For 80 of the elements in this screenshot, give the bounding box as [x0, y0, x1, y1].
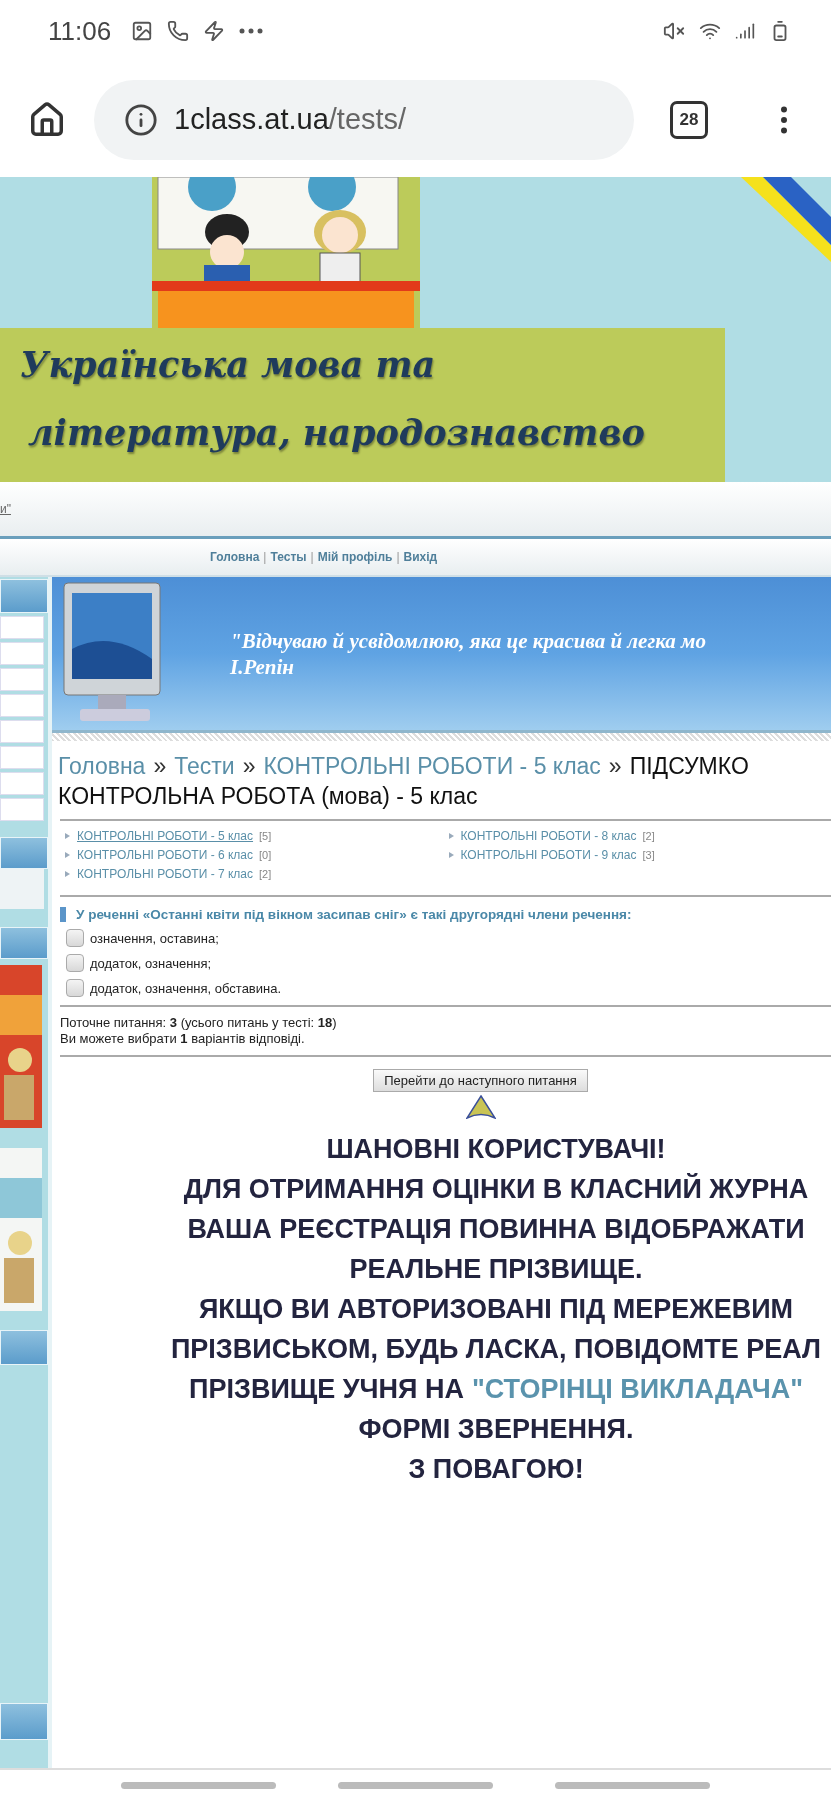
bullet-icon	[64, 851, 71, 859]
bullet-icon	[64, 870, 71, 878]
tab-count-button[interactable]: 28	[670, 100, 708, 139]
notice-text: ФОРМІ ЗВЕРНЕННЯ.	[358, 1413, 634, 1446]
breadcrumb-link[interactable]: Головна	[58, 751, 146, 781]
quote-author: І.Репін	[230, 653, 295, 680]
notice-text: З ПОВАГОЮ!	[408, 1453, 584, 1486]
category-link[interactable]: КОНТРОЛЬНІ РОБОТИ - 9 клас	[460, 848, 637, 862]
nav-link[interactable]: Тесты	[270, 550, 307, 564]
site-title: Українська мова та	[20, 343, 437, 387]
home-icon[interactable]	[28, 100, 66, 139]
notice-text: ЯКЩО ВИ АВТОРИЗОВАНІ ПІД МЕРЕЖЕВИМ	[198, 1293, 794, 1326]
site-title: література, народознавство	[27, 411, 646, 455]
sidebar-row[interactable]	[0, 798, 44, 821]
notice-text: ШАНОВНІ КОРИСТУВАЧІ!	[326, 1133, 666, 1166]
checkbox[interactable]	[66, 954, 84, 972]
separator: |	[310, 550, 314, 564]
notice-text: ДЛЯ ОТРИМАННЯ ОЦІНКИ В КЛАСНИЙ ЖУРНА	[183, 1172, 809, 1206]
item-count: [3]	[642, 849, 655, 861]
breadcrumb-link[interactable]: Тести	[174, 751, 235, 781]
page-title: КОНТРОЛЬНА РОБОТА (мова) - 5 клас	[58, 782, 478, 811]
nav-gesture-key[interactable]	[121, 1782, 276, 1789]
breadcrumb-separator: »	[608, 752, 622, 781]
sidebar-row[interactable]	[0, 720, 44, 743]
quote-text: "Відчуваю й усвідомлюю, яка це красива й легка мо	[230, 627, 706, 654]
signal-icon	[735, 21, 755, 41]
progress-text: Поточне питання: 3 (усього питань у тесті: 18)	[60, 1015, 338, 1031]
teacher-page-link[interactable]: "СТОРІНЦІ ВИКЛАДАЧА"	[472, 1369, 803, 1409]
category-link[interactable]: КОНТРОЛЬНІ РОБОТИ - 6 клас	[77, 848, 254, 862]
option-label[interactable]: означення, оставина;	[90, 930, 219, 946]
phone-icon	[167, 20, 190, 42]
separator: |	[263, 550, 267, 564]
question-text: У реченні «Останні квіти під вікном засипав сніг» є такі другорядні члени речення:	[60, 907, 831, 922]
image-icon	[131, 20, 154, 42]
url-text: 1class.at.ua/tests/	[174, 103, 407, 136]
more-icon	[239, 28, 264, 34]
sidebar-row[interactable]	[0, 772, 44, 795]
nav-link[interactable]: Головна	[210, 550, 260, 564]
nav-link[interactable]: Мій профіль	[317, 550, 393, 564]
checkbox[interactable]	[66, 979, 84, 997]
item-count: [5]	[259, 830, 272, 842]
item-count: [0]	[259, 849, 272, 861]
breadcrumb-separator: »	[242, 752, 256, 781]
progress-text: Ви можете вибрати 1 варіантів відповіді.	[60, 1031, 306, 1047]
sidebar-row[interactable]	[0, 746, 44, 769]
option-label[interactable]: додаток, означення;	[90, 955, 212, 971]
sidebar-row[interactable]	[0, 668, 44, 691]
separator: |	[396, 550, 400, 564]
notice-text: ПРІЗВИСЬКОМ, БУДЬ ЛАСКА, ПОВІДОМТЕ РЕАЛ	[170, 1333, 822, 1366]
breadcrumb-separator: »	[153, 752, 167, 781]
lightning-icon	[203, 20, 226, 42]
option-label[interactable]: додаток, означення, обставина.	[90, 980, 282, 996]
sidebar-row[interactable]	[0, 642, 44, 665]
category-link[interactable]: КОНТРОЛЬНІ РОБОТИ - 7 клас	[77, 867, 254, 881]
nav-gesture-key[interactable]	[555, 1782, 710, 1789]
mute-icon	[663, 20, 685, 42]
bullet-icon	[64, 832, 71, 840]
flag-ribbon-icon	[741, 177, 831, 262]
item-count: [2]	[259, 868, 272, 880]
link[interactable]: и"	[0, 502, 11, 516]
notice-text: ПРІЗВИЩЕ УЧНЯ НА	[189, 1373, 464, 1406]
next-question-button[interactable]: Перейти до наступного питання	[373, 1069, 588, 1092]
category-link[interactable]: КОНТРОЛЬНІ РОБОТИ - 5 клас	[77, 829, 254, 843]
notice-text: ВАША РЕЄСТРАЦІЯ ПОВИННА ВІДОБРАЖАТИ	[187, 1213, 805, 1246]
category-link[interactable]: КОНТРОЛЬНІ РОБОТИ - 8 клас	[460, 829, 637, 843]
sidebar-row[interactable]	[0, 694, 44, 717]
info-icon[interactable]	[124, 102, 158, 137]
item-count: [2]	[642, 830, 655, 842]
bullet-icon	[447, 832, 455, 840]
page-title: ПІДСУМКО	[629, 752, 749, 781]
bullet-icon	[447, 851, 455, 859]
checkbox[interactable]	[66, 929, 84, 947]
notice-text: РЕАЛЬНЕ ПРІЗВИЩЕ.	[349, 1253, 643, 1286]
breadcrumb-link[interactable]: КОНТРОЛЬНІ РОБОТИ - 5 клас	[263, 751, 601, 781]
up-triangle-icon	[465, 1095, 496, 1119]
nav-link[interactable]: Вихід	[403, 550, 438, 564]
sidebar-row[interactable]	[0, 616, 44, 639]
address-bar[interactable]: 1class.at.ua/tests/	[94, 79, 634, 160]
clock: 11:06	[48, 15, 112, 47]
nav-gesture-key[interactable]	[338, 1782, 493, 1789]
